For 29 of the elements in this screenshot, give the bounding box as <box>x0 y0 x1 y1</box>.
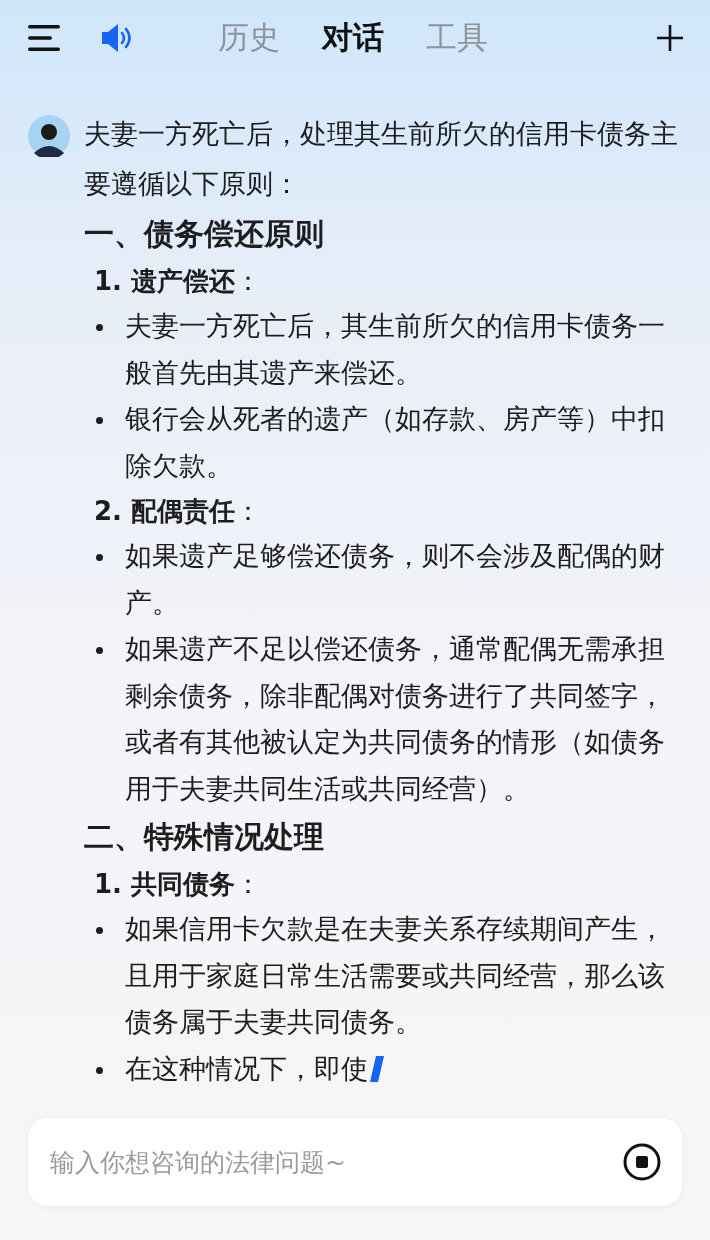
question-field[interactable]: 输入你想咨询的法律问题~ <box>48 1146 622 1178</box>
speaker-icon[interactable] <box>100 21 134 54</box>
input-bar[interactable]: 输入你想咨询的法律问题~ <box>28 1118 682 1206</box>
bullet-text: 如果信用卡欠款是在夫妻关系存续期间产生，且用于家庭日常生活需要或共同经营，那么该债务属于夫妻共同债务。 <box>125 913 665 1037</box>
bullet-text: 银行会从死者的遗产（如存款、房产等）中扣除欠款。 <box>125 403 665 481</box>
item-label: 1. 遗产偿还： <box>94 265 263 298</box>
item-label: 2. 配偶责任： <box>94 495 263 528</box>
plus-icon[interactable] <box>656 23 684 52</box>
bullet-icon <box>96 1066 103 1074</box>
bullet-icon <box>96 324 103 331</box>
bullet-text: 如果遗产足够偿还债务，则不会涉及配偶的财产。 <box>125 540 665 618</box>
bullet-icon <box>96 647 103 654</box>
item-label: 1. 共同债务： <box>94 868 263 901</box>
typing-cursor-icon <box>370 1055 384 1082</box>
bullet-icon <box>96 927 103 934</box>
bullet-text: 如果遗产不足以偿还债务，通常配偶无需承担剩余债务，除非配偶对债务进行了共同签字，或者有其他被认定为共同债务的情形（如债务用于夫妻共同生活或共同经营）。 <box>125 633 665 804</box>
bullet-text: 夫妻一方死亡后，其生前所欠的信用卡债务一般首先由其遗产来偿还。 <box>125 310 665 388</box>
stop-icon[interactable] <box>622 1142 662 1182</box>
bullet-icon <box>96 554 103 561</box>
menu-icon[interactable] <box>28 23 62 52</box>
section-heading: 二、特殊情况处理 <box>84 818 325 856</box>
tab[interactable]: 历史 <box>218 16 280 59</box>
avatar-icon <box>28 115 70 157</box>
tab[interactable]: 工具 <box>426 16 488 59</box>
section-heading: 一、债务偿还原则 <box>84 215 325 253</box>
bullet-icon <box>96 417 103 424</box>
bullet-text: 在这种情况下，即使 <box>125 1052 368 1084</box>
answer-text: 夫妻一方死亡后，处理其生前所欠的信用卡债务主要遵循以下原则： <box>84 117 679 201</box>
tab[interactable]: 对话 <box>322 16 384 59</box>
